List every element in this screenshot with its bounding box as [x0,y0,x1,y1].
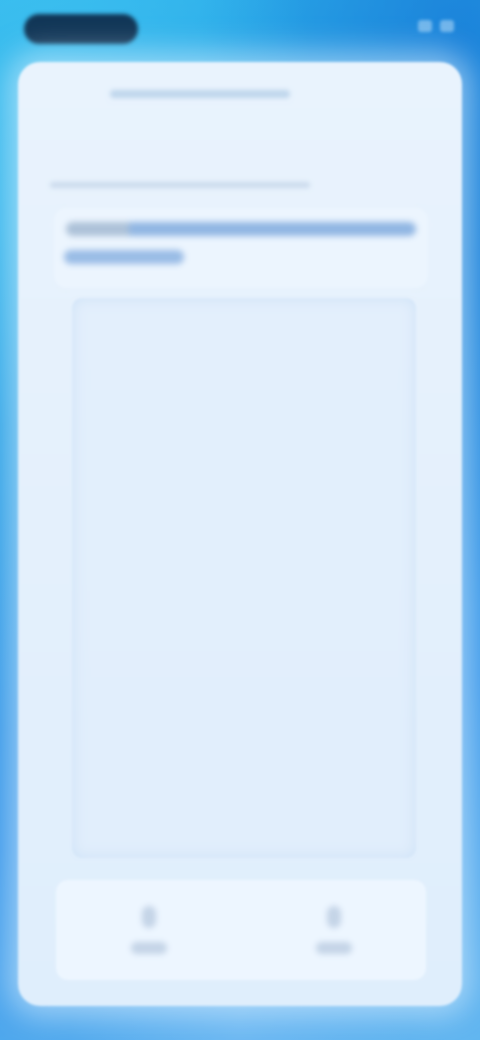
action-label [315,942,352,954]
dialog-sheet [18,62,462,1006]
bottom-action-left[interactable] [56,880,241,980]
content-area [72,298,416,858]
info-link[interactable] [64,250,184,264]
page-subtitle [50,182,310,188]
status-icons [418,20,454,32]
bottom-action-right[interactable] [241,880,426,980]
sheet-header [110,90,290,98]
info-text-line [66,222,416,236]
signal-icon [418,20,432,32]
status-time-pill [24,14,138,44]
action-icon [326,906,341,928]
info-card [54,208,428,288]
battery-icon [440,20,454,32]
status-bar [0,0,480,60]
bottom-action-bar [56,880,426,980]
action-icon [141,906,156,928]
action-label [130,942,167,954]
